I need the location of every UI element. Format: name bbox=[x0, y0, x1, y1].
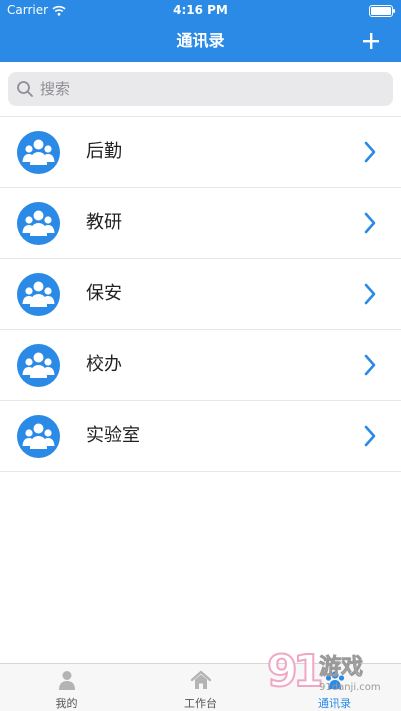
battery-fill bbox=[371, 7, 391, 15]
tab-workbench[interactable]: 工作台 bbox=[134, 664, 267, 711]
page-title: 通讯录 bbox=[176, 31, 225, 50]
group-row-security[interactable]: 保安 bbox=[0, 259, 401, 330]
group-name: 校办 bbox=[86, 354, 122, 375]
plus-icon bbox=[363, 33, 379, 49]
group-name: 保安 bbox=[86, 283, 122, 304]
tab-bar: 我的 工作台 通讯录 bbox=[0, 663, 401, 711]
search-area bbox=[0, 62, 401, 117]
group-name: 实验室 bbox=[86, 425, 140, 446]
chevron-right-icon bbox=[364, 425, 376, 447]
home-icon bbox=[190, 670, 211, 689]
group-row-teaching-research[interactable]: 教研 bbox=[0, 188, 401, 259]
group-icon bbox=[17, 415, 60, 458]
tab-mine[interactable]: 我的 bbox=[0, 664, 133, 711]
tab-label: 通讯录 bbox=[318, 697, 351, 710]
chevron-right-icon bbox=[364, 283, 376, 305]
group-list: 后勤 教研 保安 校办 实验室 bbox=[0, 117, 401, 472]
tab-label: 我的 bbox=[55, 697, 78, 710]
tab-contacts[interactable]: 通讯录 bbox=[268, 664, 401, 711]
chevron-right-icon bbox=[364, 212, 376, 234]
group-row-laboratory[interactable]: 实验室 bbox=[0, 401, 401, 472]
battery-icon bbox=[369, 5, 395, 17]
search-icon bbox=[17, 81, 33, 97]
chevron-right-icon bbox=[364, 141, 376, 163]
status-time: 4:16 PM bbox=[173, 3, 228, 17]
person-icon bbox=[58, 671, 75, 690]
group-row-logistics[interactable]: 后勤 bbox=[0, 117, 401, 188]
group-icon bbox=[17, 202, 60, 245]
chevron-right-icon bbox=[364, 354, 376, 376]
group-name: 教研 bbox=[86, 212, 122, 233]
add-button[interactable] bbox=[355, 25, 387, 57]
search-bar[interactable] bbox=[8, 72, 393, 106]
nav-bar: 通讯录 bbox=[0, 20, 401, 62]
search-input[interactable] bbox=[38, 79, 372, 99]
group-row-school-office[interactable]: 校办 bbox=[0, 330, 401, 401]
contacts-icon bbox=[325, 671, 344, 689]
group-icon bbox=[17, 131, 60, 174]
status-bar: Carrier 4:16 PM bbox=[0, 0, 401, 20]
group-icon bbox=[17, 273, 60, 316]
tab-label: 工作台 bbox=[184, 697, 217, 710]
group-name: 后勤 bbox=[86, 141, 122, 162]
group-icon bbox=[17, 344, 60, 387]
